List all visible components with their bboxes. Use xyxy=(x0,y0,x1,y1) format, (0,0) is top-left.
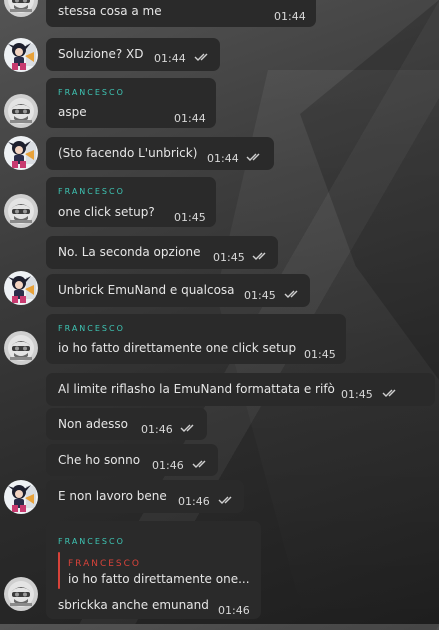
read-ticks-icon xyxy=(192,459,210,469)
message-text: (Sto facendo L'unbrick) xyxy=(58,146,198,160)
message-bubble[interactable]: Al limite riflasho la EmuNand formattata… xyxy=(46,373,435,406)
message-time: 01:45 xyxy=(244,289,276,302)
message-time: 01:46 xyxy=(218,604,250,617)
message-text: stessa cosa a me xyxy=(58,4,162,18)
message-text: No. La seconda opzione xyxy=(58,245,201,259)
read-ticks-icon xyxy=(284,289,302,299)
message-time: 01:45 xyxy=(304,348,336,361)
sender-name[interactable]: FRANCESCO xyxy=(58,87,206,99)
avatar[interactable] xyxy=(4,271,38,305)
read-ticks-icon xyxy=(180,423,198,433)
reply-preview[interactable]: io ho fatto direttamente one... xyxy=(68,571,250,588)
avatar[interactable] xyxy=(4,480,38,514)
message-bubble[interactable]: E non lavoro bene 01:46 xyxy=(46,480,244,513)
read-ticks-icon xyxy=(194,52,212,62)
message-text: sbrickka anche emunand xyxy=(58,598,209,612)
message-time: 01:44 xyxy=(274,10,306,23)
read-ticks-icon xyxy=(252,251,270,261)
message-bubble[interactable]: (Sto facendo L'unbrick) 01:44 xyxy=(46,137,274,170)
message-time: 01:44 xyxy=(174,112,206,125)
message-time: 01:46 xyxy=(141,423,173,436)
avatar[interactable] xyxy=(4,331,38,365)
message-bubble[interactable]: Non adesso 01:46 xyxy=(46,408,207,440)
message-time: 01:44 xyxy=(207,152,239,165)
avatar[interactable] xyxy=(4,38,38,72)
message-bubble[interactable]: No. La seconda opzione 01:45 xyxy=(46,236,278,269)
avatar[interactable] xyxy=(4,94,38,128)
sender-name[interactable]: FRANCESCO xyxy=(58,536,251,548)
message-time: 01:45 xyxy=(174,211,206,224)
message-bubble[interactable]: FRANCESCO FRANCESCO io ho fatto direttam… xyxy=(46,521,261,619)
sender-name[interactable]: FRANCESCO xyxy=(58,186,206,198)
message-bubble[interactable]: Unbrick EmuNand e qualcosa 01:45 xyxy=(46,274,310,307)
message-text: Al limite riflasho la EmuNand formattata… xyxy=(58,382,335,396)
read-ticks-icon xyxy=(246,152,264,162)
reply-bar xyxy=(58,552,60,589)
message-bubble[interactable]: Soluzione? XD 01:44 xyxy=(46,38,220,71)
message-bubble[interactable]: stessa cosa a me 01:44 xyxy=(46,0,316,27)
avatar[interactable] xyxy=(4,577,38,611)
message-time: 01:45 xyxy=(213,251,245,264)
message-time: 01:44 xyxy=(154,52,186,65)
message-text: Unbrick EmuNand e qualcosa xyxy=(58,283,235,297)
message-text: one click setup? xyxy=(58,205,155,219)
message-text: Non adesso xyxy=(58,417,128,431)
message-time: 01:46 xyxy=(178,495,210,508)
message-bubble[interactable]: FRANCESCO io ho fatto direttamente one c… xyxy=(46,314,346,364)
message-time: 01:45 xyxy=(341,388,373,401)
message-bubble[interactable]: Che ho sonno 01:46 xyxy=(46,444,218,476)
read-ticks-icon xyxy=(382,388,400,398)
message-time: 01:46 xyxy=(152,459,184,472)
message-text: E non lavoro bene xyxy=(58,489,167,503)
message-text: aspe xyxy=(58,105,87,119)
avatar[interactable] xyxy=(4,136,38,170)
message-text: io ho fatto direttamente one click setup xyxy=(58,341,297,355)
read-ticks-icon xyxy=(218,495,236,505)
message-text: Soluzione? XD xyxy=(58,47,144,61)
message-text: Che ho sonno xyxy=(58,453,141,467)
message-bubble[interactable]: FRANCESCO aspe 01:44 xyxy=(46,78,216,128)
sender-name[interactable]: FRANCESCO xyxy=(58,323,336,335)
avatar[interactable] xyxy=(4,194,38,228)
avatar[interactable] xyxy=(4,0,38,17)
message-bubble[interactable]: FRANCESCO one click setup? 01:45 xyxy=(46,177,216,227)
